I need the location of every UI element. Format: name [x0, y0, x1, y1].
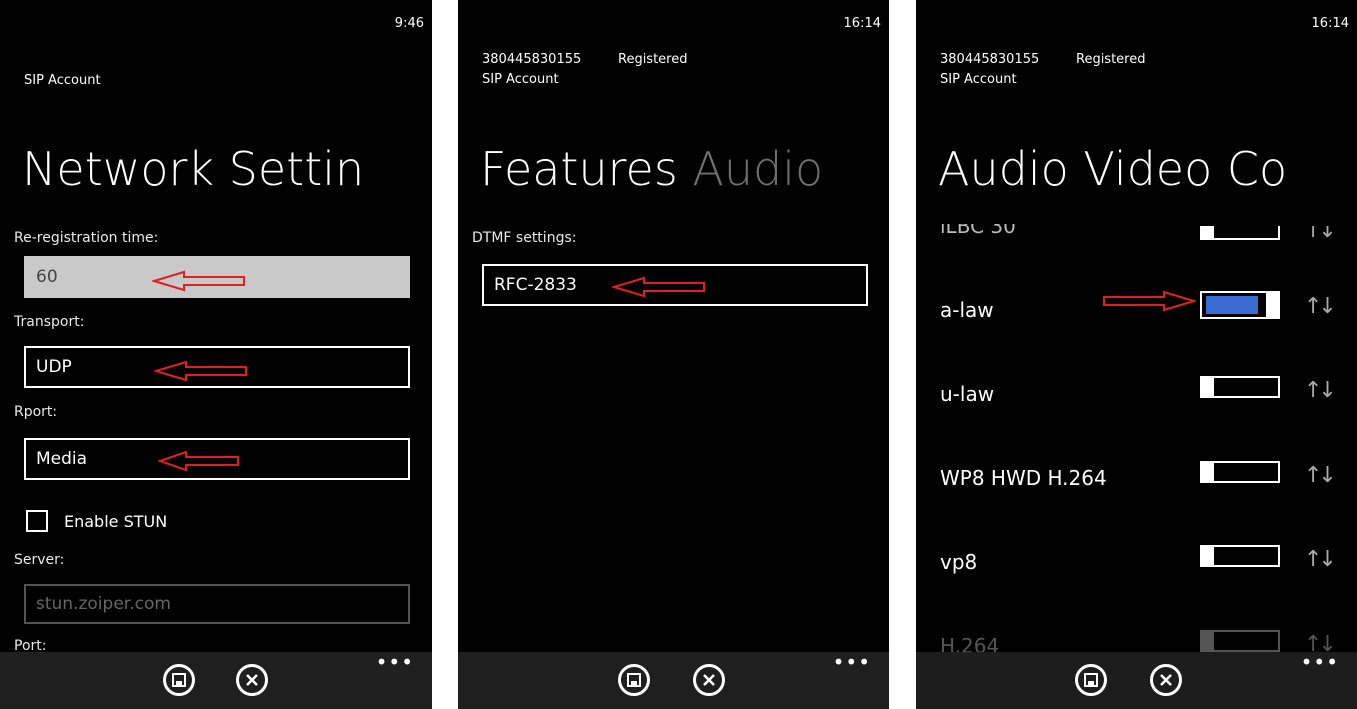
registration-status: Registered [618, 52, 688, 67]
phone-screen-audio-video-codecs: 16:14 380445830155 Registered SIP Accoun… [916, 0, 1357, 709]
tab-audio[interactable]: Audio [692, 142, 823, 196]
pivot-header[interactable]: Features Audio [480, 142, 823, 196]
annotation-arrow-icon [612, 276, 705, 298]
phone-screen-features: 16:14 380445830155 Registered SIP Accoun… [458, 0, 889, 709]
account-label: SIP Account [24, 73, 101, 88]
codec-toggle-h264[interactable] [1200, 630, 1280, 652]
status-clock: 16:14 [843, 16, 881, 31]
save-icon [172, 673, 186, 687]
reorder-icon[interactable]: ↑↓ [1304, 547, 1337, 572]
app-bar: ••• [916, 650, 1357, 709]
tab-features[interactable]: Features [480, 142, 678, 196]
reorder-icon[interactable]: ↑↓ [1304, 294, 1337, 319]
enable-stun-checkbox[interactable] [26, 510, 48, 532]
cancel-button[interactable] [693, 664, 725, 696]
reorder-icon[interactable]: ↑↓ [1304, 378, 1337, 403]
reorder-icon[interactable]: ↑↓ [1304, 226, 1333, 243]
cancel-button[interactable] [236, 664, 268, 696]
account-number: 380445830155 [482, 52, 582, 67]
transport-label: Transport: [14, 314, 85, 330]
reorder-icon[interactable]: ↑↓ [1304, 463, 1337, 488]
enable-stun-label: Enable STUN [64, 512, 168, 531]
reregistration-label: Re-registration time: [14, 230, 159, 246]
status-clock: 16:14 [1311, 16, 1349, 31]
save-button[interactable] [1075, 664, 1107, 696]
pivot-title[interactable]: Network Settin [22, 142, 364, 196]
cancel-icon [1160, 674, 1172, 686]
server-input[interactable]: stun.zoiper.com [24, 584, 410, 624]
more-menu-button[interactable]: ••• [833, 650, 871, 674]
codec-name-wp8-hwd-h264: WP8 HWD H.264 [940, 466, 1107, 490]
more-menu-button[interactable]: ••• [1301, 650, 1339, 674]
codec-name-vp8: vp8 [940, 550, 978, 574]
codec-toggle-ilbc[interactable] [1200, 226, 1280, 240]
phone-screen-network-settings: 9:46 SIP Account Network Settin Re-regis… [0, 0, 432, 709]
registration-status: Registered [1076, 52, 1146, 67]
save-icon [627, 673, 641, 687]
app-bar: ••• [458, 650, 889, 709]
codec-toggle-vp8[interactable] [1200, 545, 1280, 567]
status-clock: 9:46 [394, 16, 424, 31]
annotation-arrow-icon [1103, 290, 1196, 312]
cancel-button[interactable] [1150, 664, 1182, 696]
app-bar: ••• [0, 650, 432, 709]
annotation-arrow-icon [152, 270, 245, 292]
save-icon [1084, 673, 1098, 687]
account-number: 380445830155 [940, 52, 1040, 67]
account-label: SIP Account [482, 72, 559, 87]
more-menu-button[interactable]: ••• [376, 650, 414, 674]
annotation-arrow-icon [154, 360, 247, 382]
codec-name-alaw: a-law [940, 298, 994, 322]
dtmf-label: DTMF settings: [472, 230, 577, 246]
server-label: Server: [14, 552, 65, 568]
save-button[interactable] [163, 664, 195, 696]
annotation-arrow-icon [158, 450, 239, 472]
account-label: SIP Account [940, 72, 1017, 87]
cancel-icon [703, 674, 715, 686]
codec-toggle-ulaw[interactable] [1200, 376, 1280, 398]
codec-name-ilbc: iLBC 30 [940, 214, 1016, 238]
codec-toggle-alaw[interactable] [1200, 291, 1280, 319]
save-button[interactable] [618, 664, 650, 696]
codec-toggle-wp8-hwd-h264[interactable] [1200, 461, 1280, 483]
rport-label: Rport: [14, 404, 58, 420]
pivot-title[interactable]: Audio Video Co [938, 142, 1287, 196]
cancel-icon [246, 674, 258, 686]
codec-name-ulaw: u-law [940, 382, 995, 406]
